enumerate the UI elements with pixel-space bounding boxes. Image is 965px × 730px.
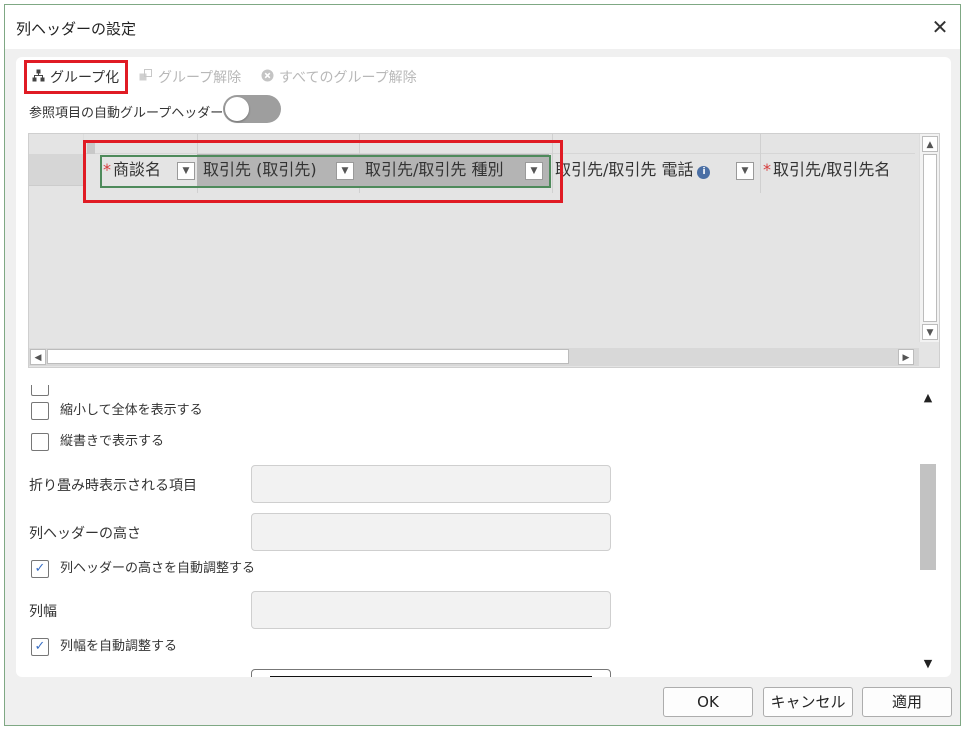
ungroup-all-button-label: すべてのグループ解除: [279, 70, 417, 86]
required-mark: *: [763, 160, 771, 179]
scroll-down-icon[interactable]: ▼: [922, 324, 938, 340]
group-button-highlight: [24, 60, 128, 94]
checkbox-row-partial[interactable]: [31, 385, 60, 397]
column-width-field[interactable]: [251, 591, 611, 629]
scrollbar-thumb[interactable]: [920, 464, 936, 570]
collapsed-item-field[interactable]: [251, 465, 611, 503]
auto-width-row[interactable]: ✓ 列幅を自動調整する: [31, 637, 177, 657]
scroll-up-icon[interactable]: ▲: [921, 391, 935, 404]
column-label: 取引先/取引先 電話: [555, 160, 694, 179]
scrollbar-thumb[interactable]: [47, 349, 569, 364]
ungroup-button-label: グループ解除: [158, 70, 242, 86]
auto-width-label: 列幅を自動調整する: [60, 639, 178, 654]
auto-height-row[interactable]: ✓ 列ヘッダーの高さを自動調整する: [31, 559, 255, 579]
column-header-settings-dialog: 列ヘッダーの設定 ✕ グループ化 グループ解除 すべてのグループ解除 参照項目の…: [4, 4, 961, 726]
group-button[interactable]: グループ化: [24, 60, 130, 94]
auto-group-toggle[interactable]: [223, 95, 281, 123]
grouped-columns-highlight: [83, 140, 563, 203]
scroll-down-icon[interactable]: ▼: [921, 657, 935, 670]
apply-button[interactable]: 適用: [862, 687, 952, 717]
column-separator: [760, 134, 761, 193]
collapsed-item-label: 折り畳み時表示される項目: [29, 478, 197, 494]
header-height-field[interactable]: [251, 513, 611, 551]
shrink-to-fit-checkbox[interactable]: [31, 401, 49, 420]
ok-button[interactable]: OK: [663, 687, 753, 717]
auto-group-label: 参照項目の自動グループヘッダー: [29, 106, 224, 121]
column-label: 取引先/取引先名: [773, 160, 891, 179]
column-header-account-phone[interactable]: 取引先/取引先 電話 i ▼: [555, 154, 760, 186]
scroll-up-icon[interactable]: ▲: [922, 136, 938, 152]
scroll-left-icon[interactable]: ◀: [30, 349, 46, 365]
column-header-grid: * 商談名 ▼ 取引先 (取引先) ▼ 取引先/取引先 種別 ▼ 取引先/取引先 …: [28, 133, 940, 368]
column-properties-section: 縮小して全体を表示する 縦書きで表示する 折り畳み時表示される項目 列ヘッダーの…: [16, 385, 951, 677]
ungroup-button[interactable]: グループ解除: [138, 67, 241, 89]
dialog-title: 列ヘッダーの設定: [16, 20, 137, 38]
vertical-text-row[interactable]: 縦書きで表示する: [31, 432, 164, 452]
ungroup-all-button[interactable]: すべてのグループ解除: [259, 67, 417, 89]
close-icon[interactable]: ✕: [928, 15, 952, 39]
settings-panel: グループ化 グループ解除 すべてのグループ解除 参照項目の自動グループヘッダー: [16, 57, 951, 677]
partial-field[interactable]: [251, 669, 611, 677]
title-bar: 列ヘッダーの設定 ✕: [5, 5, 960, 49]
auto-height-label: 列ヘッダーの高さを自動調整する: [60, 561, 256, 576]
field-content-bar: [270, 676, 592, 677]
toggle-knob: [225, 97, 249, 121]
properties-vertical-scrollbar[interactable]: ▲ ▼: [917, 385, 939, 677]
scrollbar-thumb[interactable]: [923, 154, 937, 322]
grid-corner-top: [29, 134, 84, 154]
header-height-label: 列ヘッダーの高さ: [29, 526, 141, 542]
grid-horizontal-scrollbar[interactable]: ◀ ▶: [29, 348, 919, 366]
info-icon[interactable]: i: [697, 166, 711, 179]
x-circle-icon: [259, 68, 275, 90]
chevron-down-icon[interactable]: ▼: [736, 162, 754, 180]
vertical-text-label: 縦書きで表示する: [60, 434, 165, 449]
shrink-to-fit-label: 縮小して全体を表示する: [60, 403, 203, 418]
grid-row-header: [29, 154, 84, 186]
column-header-account-name[interactable]: * 取引先/取引先名: [763, 154, 915, 186]
vertical-text-checkbox[interactable]: [31, 432, 49, 451]
shrink-to-fit-row[interactable]: 縮小して全体を表示する: [31, 401, 203, 421]
cancel-button[interactable]: キャンセル: [763, 687, 853, 717]
auto-width-checkbox[interactable]: ✓: [31, 637, 49, 656]
column-width-label: 列幅: [29, 604, 57, 620]
grid-vertical-scrollbar[interactable]: ▲ ▼: [919, 134, 939, 342]
ungroup-icon: [138, 68, 154, 90]
checkbox[interactable]: [31, 385, 49, 396]
scroll-right-icon[interactable]: ▶: [898, 349, 914, 365]
auto-height-checkbox[interactable]: ✓: [31, 559, 49, 578]
